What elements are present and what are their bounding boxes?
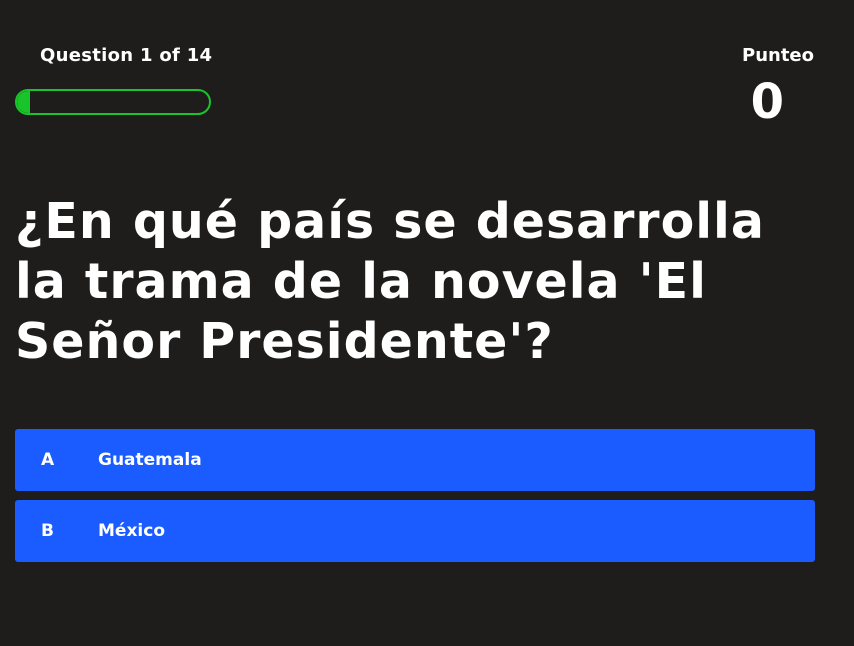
- quiz-page: Question 1 of 14 Punteo 0 ¿En qué país s…: [0, 0, 854, 646]
- answer-option-a[interactable]: A Guatemala: [15, 429, 815, 491]
- answer-text: México: [98, 521, 165, 541]
- answer-letter: A: [41, 450, 55, 470]
- question-text: ¿En qué país se desarrolla la trama de l…: [15, 193, 765, 370]
- answer-option-b[interactable]: B México: [15, 500, 815, 562]
- progress-bar-fill: [17, 91, 31, 113]
- question-counter: Question 1 of 14: [40, 45, 213, 66]
- answer-text: Guatemala: [98, 450, 202, 470]
- answer-list: A Guatemala B México: [15, 429, 815, 571]
- score-value: 0: [750, 74, 784, 130]
- answer-letter: B: [41, 521, 54, 541]
- score-label: Punteo: [742, 45, 814, 66]
- progress-bar: [15, 89, 211, 115]
